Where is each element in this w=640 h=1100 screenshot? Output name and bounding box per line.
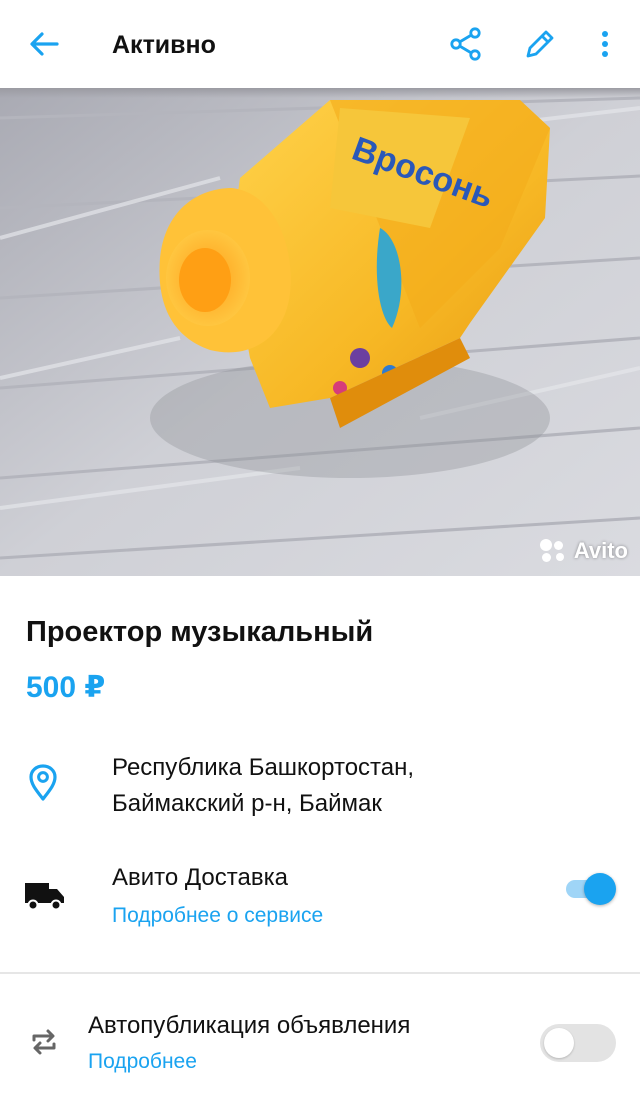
product-image: Bpocoнь — [0, 88, 640, 576]
toggle-knob — [584, 873, 616, 905]
product-price: 500 ₽ — [26, 671, 106, 704]
top-app-bar: Активно — [0, 0, 640, 88]
autopublish-more-link[interactable]: Подробнее — [88, 1046, 197, 1078]
edit-pencil-icon — [526, 30, 554, 58]
back-button[interactable] — [24, 26, 64, 62]
repeat-icon — [32, 1029, 56, 1055]
watermark-text: Avito — [573, 538, 628, 563]
avito-watermark: Avito — [539, 538, 628, 564]
photo-shadow — [0, 88, 640, 98]
delivery-toggle[interactable] — [564, 872, 618, 906]
more-options-button[interactable] — [590, 24, 620, 64]
autopublish-toggle[interactable] — [540, 1024, 616, 1062]
location-region: Республика Башкортостан, — [112, 754, 415, 781]
location-pin-icon — [29, 764, 57, 801]
toggle-knob — [544, 1028, 574, 1058]
edit-button[interactable] — [520, 24, 560, 64]
delivery-label: Авито Доставка — [112, 864, 288, 891]
product-photo[interactable]: Bpocoнь Avito — [0, 88, 640, 576]
more-vertical-icon — [602, 31, 608, 57]
section-divider — [0, 972, 640, 974]
product-title: Проектор музыкальный — [26, 616, 374, 648]
back-arrow-icon — [30, 32, 59, 56]
page-title: Активно — [112, 31, 216, 59]
truck-icon — [25, 883, 64, 911]
autopublish-label: Автопубликация объявления — [88, 1012, 411, 1039]
delivery-more-link[interactable]: Подробнее о сервисе — [112, 900, 323, 932]
share-button[interactable] — [446, 24, 486, 64]
avito-logo-icon — [539, 539, 570, 563]
share-icon — [450, 27, 481, 61]
location-city: Баймакский р-н, Баймак — [112, 790, 382, 817]
